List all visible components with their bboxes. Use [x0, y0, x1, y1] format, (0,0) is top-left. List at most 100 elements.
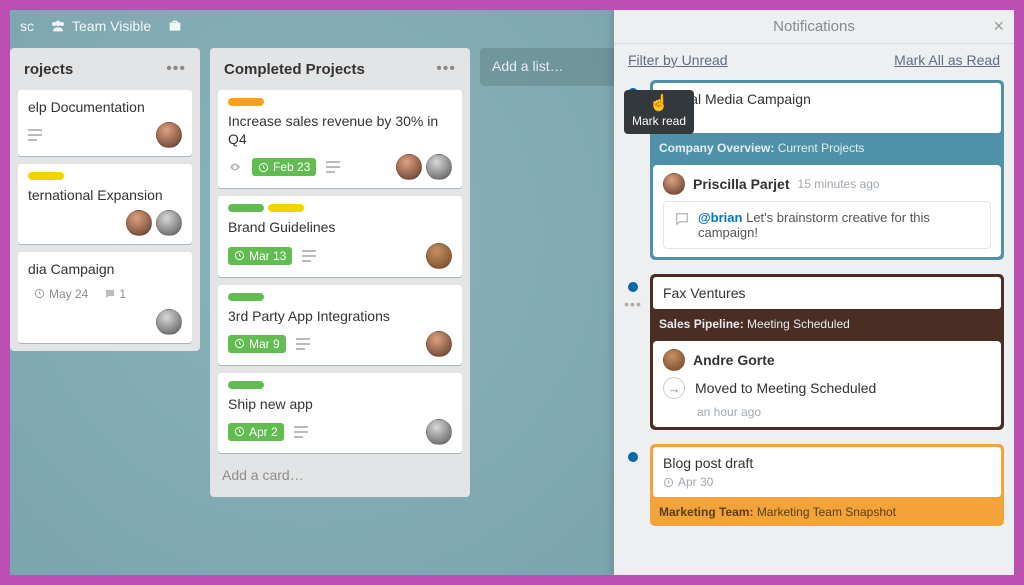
panel-actions: Filter by Unread Mark All as Read [614, 44, 1014, 76]
briefcase-icon [167, 18, 183, 34]
card-badges: Feb 23 [228, 154, 452, 180]
description-icon [294, 426, 308, 438]
avatar[interactable] [426, 331, 452, 357]
card-title: ternational Expansion [28, 186, 182, 204]
notification-item[interactable]: ••• Fax Ventures Sales Pipeline: Meeting… [624, 274, 1004, 430]
card-title: dia Campaign [28, 260, 182, 278]
description-icon [296, 338, 310, 350]
filter-unread-link[interactable]: Filter by Unread [628, 52, 728, 68]
label-green[interactable] [228, 293, 264, 301]
description-icon [302, 250, 316, 262]
watching-icon [228, 161, 242, 173]
add-card-button[interactable]: Add a card… [218, 461, 462, 489]
card[interactable]: elp Documentation [18, 90, 192, 156]
avatar[interactable] [126, 210, 152, 236]
list-projects-partial[interactable]: rojects ••• elp Documentation ternationa… [10, 48, 200, 351]
avatar [663, 349, 685, 371]
description-icon [28, 129, 42, 141]
visibility-label: Team Visible [72, 18, 151, 34]
mark-all-read-link[interactable]: Mark All as Read [894, 52, 1000, 68]
notif-context: Company Overview: Current Projects [653, 139, 1001, 159]
list-menu-icon[interactable]: ••• [166, 60, 186, 78]
label-yellow[interactable] [28, 172, 64, 180]
card-title: elp Documentation [28, 98, 182, 116]
card-title: Brand Guidelines [228, 218, 452, 236]
person-name: Andre Gorte [693, 352, 775, 368]
notif-card-title: Social Media Campaign [663, 91, 991, 107]
card[interactable]: Increase sales revenue by 30% in Q4 Feb … [218, 90, 462, 188]
notif-card-title: Blog post draft [663, 455, 991, 471]
list-menu-icon[interactable]: ••• [436, 60, 456, 78]
notif-person[interactable]: Priscilla Parjet 15 minutes ago [663, 173, 991, 195]
notif-card[interactable]: Fax Ventures [653, 277, 1001, 309]
team-icon [50, 18, 66, 34]
list-completed-projects[interactable]: Completed Projects ••• Increase sales re… [210, 48, 470, 497]
card-badges [28, 210, 182, 236]
list-title[interactable]: rojects [24, 61, 73, 78]
description-icon [326, 161, 340, 173]
card[interactable]: 3rd Party App Integrations Mar 9 [218, 285, 462, 365]
mark-read-tooltip: ☝ Mark read [624, 90, 694, 134]
notifications-list: ••• Social Media Campaign ay 24 Company … [614, 76, 1014, 575]
due-date-badge: Apr 2 [228, 423, 284, 441]
avatar[interactable] [426, 243, 452, 269]
notif-card-title: Fax Ventures [663, 285, 991, 301]
label-green[interactable] [228, 381, 264, 389]
card[interactable]: Ship new app Apr 2 [218, 373, 462, 453]
card-badges: Mar 9 [228, 331, 452, 357]
mention[interactable]: @brian [698, 210, 742, 225]
notif-card-due: Apr 30 [663, 475, 991, 489]
card[interactable]: Brand Guidelines Mar 13 [218, 196, 462, 276]
card[interactable]: dia Campaign May 24 1 [18, 252, 192, 342]
label-green[interactable] [228, 204, 264, 212]
visibility-button[interactable]: Team Visible [50, 18, 151, 34]
notif-side: ••• [624, 274, 642, 312]
list-header: Completed Projects ••• [218, 56, 462, 82]
label-yellow[interactable] [268, 204, 304, 212]
card-title: Ship new app [228, 395, 452, 413]
card-badges: Apr 2 [228, 419, 452, 445]
comment-box: @brian Let's brainstorm creative for thi… [663, 201, 991, 249]
notif-side [624, 444, 642, 462]
notif-card[interactable]: Blog post draft Apr 30 [653, 447, 1001, 497]
notif-body: Fax Ventures Sales Pipeline: Meeting Sch… [650, 274, 1004, 430]
list-header: rojects ••• [18, 56, 192, 82]
notif-body: Social Media Campaign ay 24 Company Over… [650, 80, 1004, 260]
notif-context: Marketing Team: Marketing Team Snapshot [653, 503, 1001, 523]
cursor-hand-icon: ☝ [649, 96, 669, 112]
unread-dot-icon[interactable] [628, 282, 638, 292]
moved-text: Moved to Meeting Scheduled [695, 380, 876, 396]
topbar-left-fragment: sc [20, 18, 34, 34]
avatar[interactable] [426, 154, 452, 180]
notif-detail: Andre Gorte → Moved to Meeting Scheduled… [653, 341, 1001, 427]
avatar[interactable] [156, 309, 182, 335]
comment-icon [674, 211, 690, 227]
avatar[interactable] [426, 419, 452, 445]
person-name: Priscilla Parjet [693, 176, 790, 192]
label-orange[interactable] [228, 98, 264, 106]
unread-dot-icon[interactable] [628, 452, 638, 462]
avatar [663, 173, 685, 195]
close-icon[interactable]: × [993, 16, 1004, 37]
notif-menu-icon[interactable]: ••• [624, 296, 642, 312]
card-title: 3rd Party App Integrations [228, 307, 452, 325]
due-date-badge: Feb 23 [252, 158, 316, 176]
app-frame: sc Team Visible rojects ••• elp Document… [10, 10, 1014, 575]
card[interactable]: ternational Expansion [18, 164, 192, 244]
avatar[interactable] [156, 122, 182, 148]
comment-text: @brian Let's brainstorm creative for thi… [698, 210, 980, 240]
comments-badge: 1 [104, 287, 126, 301]
notif-card[interactable]: Social Media Campaign ay 24 [653, 83, 1001, 133]
notif-body: Blog post draft Apr 30 Marketing Team: M… [650, 444, 1004, 526]
notif-person[interactable]: Andre Gorte [663, 349, 991, 371]
list-title[interactable]: Completed Projects [224, 61, 365, 78]
notification-item[interactable]: Blog post draft Apr 30 Marketing Team: M… [624, 444, 1004, 526]
moved-row: → Moved to Meeting Scheduled [663, 377, 991, 399]
arrow-right-icon: → [663, 377, 685, 399]
avatar[interactable] [156, 210, 182, 236]
board-icon-button[interactable] [167, 18, 183, 34]
timestamp: 15 minutes ago [798, 177, 880, 191]
timestamp: an hour ago [663, 405, 991, 419]
card-badges [28, 122, 182, 148]
avatar[interactable] [396, 154, 422, 180]
